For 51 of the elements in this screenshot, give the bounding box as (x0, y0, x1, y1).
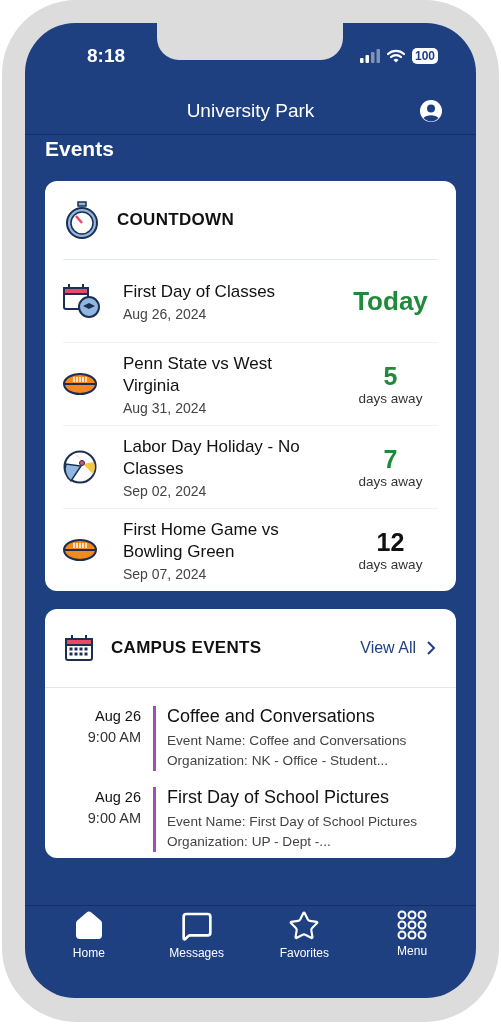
event-title: First Home Game vs Bowling Green (123, 518, 280, 563)
beach-ball-icon (63, 450, 97, 484)
signal-icon (359, 48, 380, 63)
event-title: First Day of Classes (123, 280, 277, 303)
event-title: Labor Day Holiday - No Classes (123, 435, 301, 480)
event-description: Event Name: Coffee and Conversations Organization: NK - Office - Student... (167, 732, 408, 770)
status-time: 8:18 (87, 44, 126, 67)
football-icon (63, 539, 97, 561)
menu-icon (397, 910, 428, 940)
campus-events-title: CAMPUS EVENTS (111, 638, 263, 658)
event-time: 9:00 AM (87, 810, 141, 826)
profile-icon[interactable] (420, 100, 442, 122)
countdown-row[interactable]: Penn State vs West Virginia Aug 31, 2024 5 days away (63, 342, 438, 425)
wifi-icon (386, 48, 405, 63)
countdown-value: 12 (376, 528, 405, 557)
event-description: Event Name: First Day of School Pictures Organization: UP - Dept -... (167, 813, 419, 851)
header-title: University Park (186, 100, 315, 122)
tab-item[interactable]: Favorites (264, 910, 345, 962)
countdown-value: 7 (383, 445, 398, 474)
message-icon (180, 910, 213, 942)
countdown-value: Today (353, 285, 428, 317)
countdown-row[interactable]: Labor Day Holiday - No Classes Sep 02, 2024 7 days away (63, 425, 438, 508)
countdown-value: 5 (383, 362, 398, 391)
page-title: Events (45, 137, 115, 161)
countdown-unit: days away (358, 557, 423, 572)
tab-item[interactable]: Home (48, 910, 129, 962)
countdown-title: COUNTDOWN (117, 210, 235, 230)
event-title[interactable]: Coffee and Conversations (167, 706, 448, 727)
event-date: Sep 07, 2024 (123, 565, 208, 582)
star-icon (288, 910, 321, 942)
countdown-unit: days away (358, 474, 423, 489)
battery-level: 100 (411, 47, 438, 64)
event-time: 9:00 AM (87, 729, 141, 745)
event-date: Aug 26 (95, 708, 141, 724)
event-title[interactable]: First Day of School Pictures (167, 787, 448, 808)
countdown-row[interactable]: First Day of Classes Aug 26, 2024 Today (63, 260, 438, 342)
event-title: Penn State vs West Virginia (123, 352, 273, 397)
football-icon (63, 373, 97, 395)
calendar-graduation-icon (63, 283, 101, 319)
countdown-row[interactable]: First Home Game vs Bowling Green Sep 07, 2024 12 days away (63, 508, 438, 591)
tab-item[interactable]: Menu (372, 910, 453, 962)
countdown-unit: days away (358, 391, 423, 406)
event-date: Aug 26 (95, 789, 141, 805)
event-date: Aug 26, 2024 (123, 305, 208, 322)
event-date: Sep 02, 2024 (123, 482, 208, 499)
event-date: Aug 31, 2024 (123, 399, 208, 416)
calendar-icon (65, 635, 93, 661)
chevron-right-icon (426, 641, 436, 655)
stopwatch-icon (65, 201, 99, 239)
view-all-link[interactable]: View All (360, 639, 436, 657)
tab-item[interactable]: Messages (156, 910, 237, 962)
